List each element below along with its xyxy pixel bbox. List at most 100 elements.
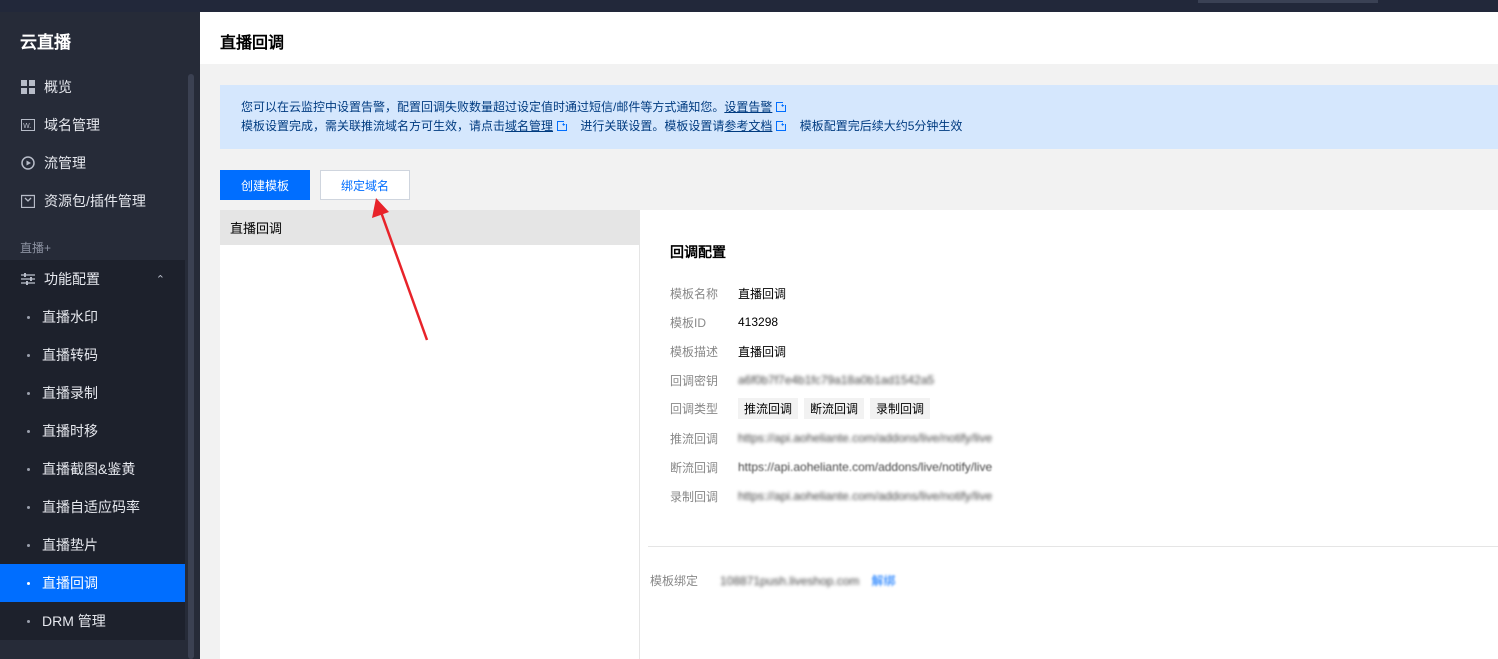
divider: [648, 546, 1498, 547]
field-value: 直播回调: [738, 286, 787, 301]
svg-text:W.: W.: [23, 122, 31, 130]
callback-type-tag: 录制回调: [870, 397, 931, 419]
grid-icon: [20, 79, 36, 95]
sidebar-scrollbar[interactable]: [188, 74, 194, 659]
field-record-callback: 录制回调 https://api.aoheliante.com/addons/l…: [670, 486, 992, 506]
sidebar-subitem-watermark[interactable]: 直播水印: [0, 298, 185, 336]
sidebar-subitem-label: 直播截图&鉴黄: [42, 461, 136, 477]
create-template-button[interactable]: 创建模板: [220, 170, 310, 200]
notice-line-2: 模板设置完成，需关联推流域名方可生效，请点击域名管理 进行关联设置。模板设置请参…: [241, 117, 1477, 136]
template-list-item[interactable]: 直播回调: [220, 210, 639, 245]
field-value: 413298: [738, 315, 779, 329]
bind-domain-button[interactable]: 绑定域名: [320, 170, 410, 200]
sidebar: 云直播 概览 W. 域名管理 流管理 资源包/插件管理 直播+ 功能配置 ⌃ 直…: [0, 12, 200, 659]
sidebar-subitem-adaptive-bitrate[interactable]: 直播自适应码率: [0, 488, 185, 526]
sidebar-subitem-label: DRM 管理: [42, 613, 106, 629]
field-label: 回调密钥: [670, 373, 719, 388]
sidebar-subitem-timeshift[interactable]: 直播时移: [0, 412, 185, 450]
notice-text: 进行关联设置。模板设置请: [580, 119, 725, 133]
sidebar-subitem-label: 直播回调: [42, 575, 98, 591]
sidebar-subitem-label: 直播水印: [42, 309, 98, 325]
sliders-icon: [20, 271, 36, 287]
sidebar-item-label: 概览: [44, 79, 72, 95]
field-label: 模板绑定: [650, 574, 699, 588]
sidebar-subitem-snapshot[interactable]: 直播截图&鉴黄: [0, 450, 185, 488]
bullet-icon: [27, 429, 30, 433]
field-label: 模板描述: [670, 344, 719, 359]
bound-domain: 108871push.liveshop.com: [720, 573, 860, 588]
top-navigation-bar: [0, 0, 1498, 12]
notice-text: 您可以在云监控中设置告警，配置回调失败数量超过设定值时通过短信/邮件等方式通知您…: [241, 100, 725, 114]
callback-type-tag: 断流回调: [804, 397, 865, 419]
sidebar-group-label: 直播+: [20, 241, 52, 255]
app-title: 云直播: [20, 33, 71, 52]
callback-config-panel: 回调配置 模板名称 直播回调 模板ID 413298 模板描述 直播回调 回调密…: [640, 210, 1498, 659]
reference-doc-link[interactable]: 参考文档: [724, 119, 772, 133]
external-link-icon: [776, 100, 789, 112]
sidebar-subitem-pad[interactable]: 直播垫片: [0, 526, 185, 564]
sidebar-item-domain[interactable]: W. 域名管理: [0, 106, 185, 144]
bullet-icon: [27, 581, 30, 585]
top-bar-search-box[interactable]: [1198, 0, 1378, 3]
field-value: https://api.aoheliante.com/addons/live/n…: [738, 489, 993, 503]
sidebar-item-feature-config[interactable]: 功能配置 ⌃: [0, 260, 185, 298]
sidebar-item-stream[interactable]: 流管理: [0, 144, 185, 182]
sidebar-item-label: 资源包/插件管理: [44, 193, 146, 209]
sidebar-item-overview[interactable]: 概览: [0, 68, 185, 106]
field-label: 模板ID: [670, 315, 707, 330]
sidebar-item-package[interactable]: 资源包/插件管理: [0, 182, 185, 220]
field-value: a6f0b7f7e4b1fc79a18a0b1ad1542a5: [738, 373, 935, 387]
field-callback-type: 回调类型 推流回调 断流回调 录制回调: [670, 397, 936, 419]
field-template-id: 模板ID 413298: [670, 312, 778, 332]
notice-line-1: 您可以在云监控中设置告警，配置回调失败数量超过设定值时通过短信/邮件等方式通知您…: [241, 98, 1477, 117]
field-value: 直播回调: [738, 344, 787, 359]
set-alarm-link[interactable]: 设置告警: [724, 100, 772, 114]
page-header: 直播回调: [200, 12, 1498, 64]
field-label: 断流回调: [670, 460, 719, 475]
bullet-icon: [27, 467, 30, 471]
notice-text: 模板配置完后续大约5分钟生效: [799, 119, 963, 133]
template-name: 直播回调: [230, 221, 283, 236]
field-value: https://api.aoheliante.com/addons/live/n…: [738, 460, 993, 474]
bullet-icon: [27, 315, 30, 319]
sidebar-subitem-record[interactable]: 直播录制: [0, 374, 185, 412]
field-template-binding: 模板绑定 108871push.liveshop.com 解绑: [650, 572, 895, 589]
bullet-icon: [27, 543, 30, 547]
domain-icon: W.: [20, 117, 36, 133]
sidebar-subitem-label: 直播自适应码率: [42, 499, 140, 515]
notice-text: 模板设置完成，需关联推流域名方可生效，请点击: [241, 119, 506, 133]
field-label: 模板名称: [670, 286, 719, 301]
sidebar-subitem-label: 直播垫片: [42, 537, 98, 553]
sidebar-item-label: 功能配置: [44, 271, 100, 287]
external-link-icon: [557, 119, 570, 131]
bullet-icon: [27, 353, 30, 357]
field-label: 录制回调: [670, 489, 719, 504]
external-link-icon: [776, 119, 789, 131]
sidebar-subitem-label: 直播时移: [42, 423, 98, 439]
field-value: https://api.aoheliante.com/addons/live/n…: [738, 431, 993, 445]
section-title: 回调配置: [670, 244, 726, 260]
sidebar-item-label: 流管理: [44, 155, 86, 171]
page-title: 直播回调: [220, 35, 285, 52]
field-callback-key: 回调密钥 a6f0b7f7e4b1fc79a18a0b1ad1542a5: [670, 370, 934, 390]
callback-type-tag: 推流回调: [738, 397, 799, 419]
field-stop-callback: 断流回调 https://api.aoheliante.com/addons/l…: [670, 457, 992, 477]
sidebar-subitem-label: 直播录制: [42, 385, 98, 401]
bullet-icon: [27, 391, 30, 395]
domain-management-link[interactable]: 域名管理: [505, 119, 553, 133]
bullet-icon: [27, 619, 30, 623]
bullet-icon: [27, 505, 30, 509]
unbind-link[interactable]: 解绑: [871, 572, 895, 589]
field-push-callback: 推流回调 https://api.aoheliante.com/addons/l…: [670, 428, 992, 448]
sidebar-subitem-callback[interactable]: 直播回调: [0, 564, 185, 602]
chevron-up-icon: ⌃: [155, 273, 165, 286]
sidebar-subitem-transcode[interactable]: 直播转码: [0, 336, 185, 374]
field-label: 回调类型: [670, 401, 719, 416]
field-template-name: 模板名称 直播回调: [670, 283, 786, 303]
package-icon: [20, 193, 36, 209]
sidebar-subitem-drm[interactable]: DRM 管理: [0, 602, 185, 640]
field-template-desc: 模板描述 直播回调: [670, 341, 786, 361]
field-label: 推流回调: [670, 431, 719, 446]
play-circle-icon: [20, 155, 36, 171]
sidebar-subitem-label: 直播转码: [42, 347, 98, 363]
